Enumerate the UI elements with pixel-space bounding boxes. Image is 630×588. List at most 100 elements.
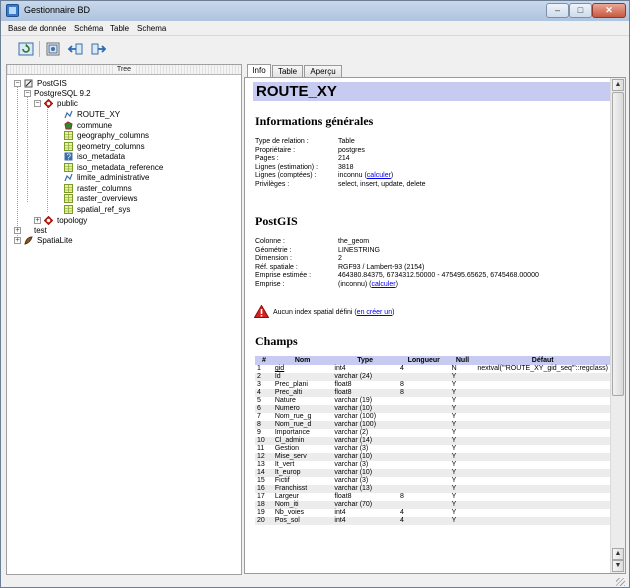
cell-null: Y bbox=[449, 389, 476, 397]
cell-type: float8 bbox=[334, 381, 352, 388]
title-bar[interactable]: Gestionnaire BD – □ ✕ bbox=[1, 1, 629, 21]
import-button[interactable] bbox=[67, 40, 85, 58]
cell-longueur bbox=[398, 445, 450, 453]
info.general-key: Pages : bbox=[255, 155, 279, 162]
cell-defaut bbox=[475, 445, 610, 453]
export-button[interactable] bbox=[89, 40, 107, 58]
cell-defaut bbox=[475, 485, 610, 493]
tree-panel[interactable]: Tree − PostGIS − PostgreSQL 9.2 − public… bbox=[6, 64, 242, 575]
cell-defaut bbox=[475, 389, 610, 397]
cell-defaut bbox=[475, 429, 610, 437]
calculer-link[interactable]: calculer bbox=[367, 172, 391, 179]
col-header-defaut: Défaut bbox=[475, 356, 610, 365]
scroll-up-button[interactable]: ▲ bbox=[612, 79, 624, 91]
info.postgis-key: Géométrie : bbox=[255, 246, 292, 254]
table-row: 14 It_europ varchar (10) Y bbox=[255, 469, 610, 477]
cell-null: N bbox=[451, 365, 457, 372]
table-row: 1 gid int4 4 Nnextval('"ROUTE_XY_gid_seq"'::… bbox=[255, 365, 610, 373]
tab-info[interactable]: Info bbox=[247, 64, 271, 78]
table-row: 6 Numero varchar (10) Y bbox=[255, 405, 610, 413]
cell-defaut bbox=[475, 413, 610, 421]
info.postgis-value: RGF93 / Lambert-93 (2154) bbox=[338, 263, 425, 271]
cell-defaut bbox=[475, 517, 610, 525]
cell-nom: It_vert bbox=[274, 461, 295, 468]
cell-num: 20 bbox=[255, 517, 273, 525]
tab-apercu[interactable]: Aperçu bbox=[304, 65, 342, 77]
menu-schema[interactable]: Schema bbox=[137, 24, 166, 33]
expander-test[interactable]: + bbox=[14, 227, 21, 234]
cell-longueur: 8 bbox=[397, 389, 450, 397]
line-layer-icon bbox=[64, 173, 73, 182]
menu-base-de-donnee[interactable]: Base de donnée bbox=[8, 24, 66, 33]
tree-guide-line bbox=[47, 107, 48, 212]
status-bar bbox=[1, 577, 629, 587]
cell-defaut bbox=[475, 501, 610, 509]
table-icon bbox=[64, 205, 73, 214]
section-postgis-title: PostGIS bbox=[255, 214, 298, 228]
cell-num: 5 bbox=[257, 397, 261, 404]
cell-nom: Fictif bbox=[274, 477, 290, 484]
section-champs-title: Champs bbox=[255, 334, 298, 348]
info.postgis-value: 2 bbox=[338, 255, 342, 262]
calculer-link[interactable]: calculer bbox=[371, 281, 395, 288]
refresh-button[interactable] bbox=[17, 40, 35, 58]
cell-nom: Id bbox=[272, 373, 333, 381]
info.postgis-key: Colonne : bbox=[255, 238, 285, 245]
sql-window-button[interactable] bbox=[44, 40, 62, 58]
cell-type: varchar (100) bbox=[334, 413, 377, 420]
vertical-scrollbar[interactable]: ▲ ▲ ▼ bbox=[610, 78, 625, 573]
cell-null: Y bbox=[449, 437, 476, 445]
cell-longueur: 4 bbox=[397, 517, 450, 525]
cell-nom: Gestion bbox=[274, 445, 299, 452]
scroll-down-button[interactable]: ▼ bbox=[612, 560, 624, 572]
tab-table[interactable]: Table bbox=[272, 65, 303, 77]
info.postgis-value: (inconnu) (calculer) bbox=[338, 280, 398, 288]
cell-null: Y bbox=[449, 373, 476, 381]
expander-postgresql[interactable]: − bbox=[24, 90, 31, 97]
table-row: 18 Nom_iti varchar (70) Y bbox=[255, 501, 610, 509]
resize-grip-icon[interactable] bbox=[616, 578, 625, 586]
scroll-thumb[interactable] bbox=[612, 92, 624, 396]
cell-null: Y bbox=[449, 501, 476, 509]
info-panel: ROUTE_XY Informations générales Type de … bbox=[244, 77, 626, 574]
cell-num: 14 bbox=[255, 469, 273, 477]
cell-longueur bbox=[397, 437, 450, 445]
cell-nom: Pos_sol bbox=[272, 517, 333, 525]
cell-type: int4 bbox=[332, 517, 398, 525]
cell-defaut bbox=[475, 461, 610, 469]
cell-defaut bbox=[475, 405, 610, 413]
scroll-up-button-bottom[interactable]: ▲ bbox=[612, 548, 624, 560]
cell-longueur bbox=[397, 501, 450, 509]
cell-num: 7 bbox=[257, 413, 261, 420]
table-icon bbox=[64, 131, 73, 140]
expander-topology[interactable]: + bbox=[34, 217, 41, 224]
expander-public[interactable]: − bbox=[34, 100, 41, 107]
cell-type: varchar (2) bbox=[334, 429, 369, 436]
toolbar-separator bbox=[39, 41, 40, 57]
table-icon bbox=[64, 194, 73, 203]
cell-num: 15 bbox=[257, 477, 265, 484]
cell-null: Y bbox=[449, 485, 476, 493]
cell-longueur: 8 bbox=[399, 493, 404, 500]
cell-type: float8 bbox=[332, 389, 398, 397]
arrow-down-icon: ▼ bbox=[614, 562, 622, 569]
cell-type: float8 bbox=[334, 493, 352, 500]
create-index-link[interactable]: en créer un bbox=[357, 309, 392, 316]
cell-type: varchar (13) bbox=[332, 485, 398, 493]
col-header-nom: Nom bbox=[272, 356, 333, 365]
maximize-icon: □ bbox=[577, 5, 584, 15]
minimize-button[interactable]: – bbox=[546, 3, 569, 18]
info.general-value: inconnu (calculer) bbox=[338, 172, 394, 179]
minimize-icon: – bbox=[554, 5, 560, 15]
col-header-type: Type bbox=[332, 356, 398, 365]
expander-spatialite[interactable]: + bbox=[14, 237, 21, 244]
maximize-button[interactable]: □ bbox=[569, 3, 592, 18]
menu-schema-fr[interactable]: Schéma bbox=[74, 24, 103, 33]
close-button[interactable]: ✕ bbox=[592, 3, 626, 18]
spatial-index-warning: Aucun index spatial défini (en créer un) bbox=[273, 309, 395, 316]
cell-longueur bbox=[398, 397, 450, 405]
col-header-null: Null bbox=[449, 356, 476, 365]
menu-table[interactable]: Table bbox=[110, 24, 129, 33]
expander-postgis[interactable]: − bbox=[14, 80, 21, 87]
cell-nom: Numero bbox=[272, 405, 333, 413]
